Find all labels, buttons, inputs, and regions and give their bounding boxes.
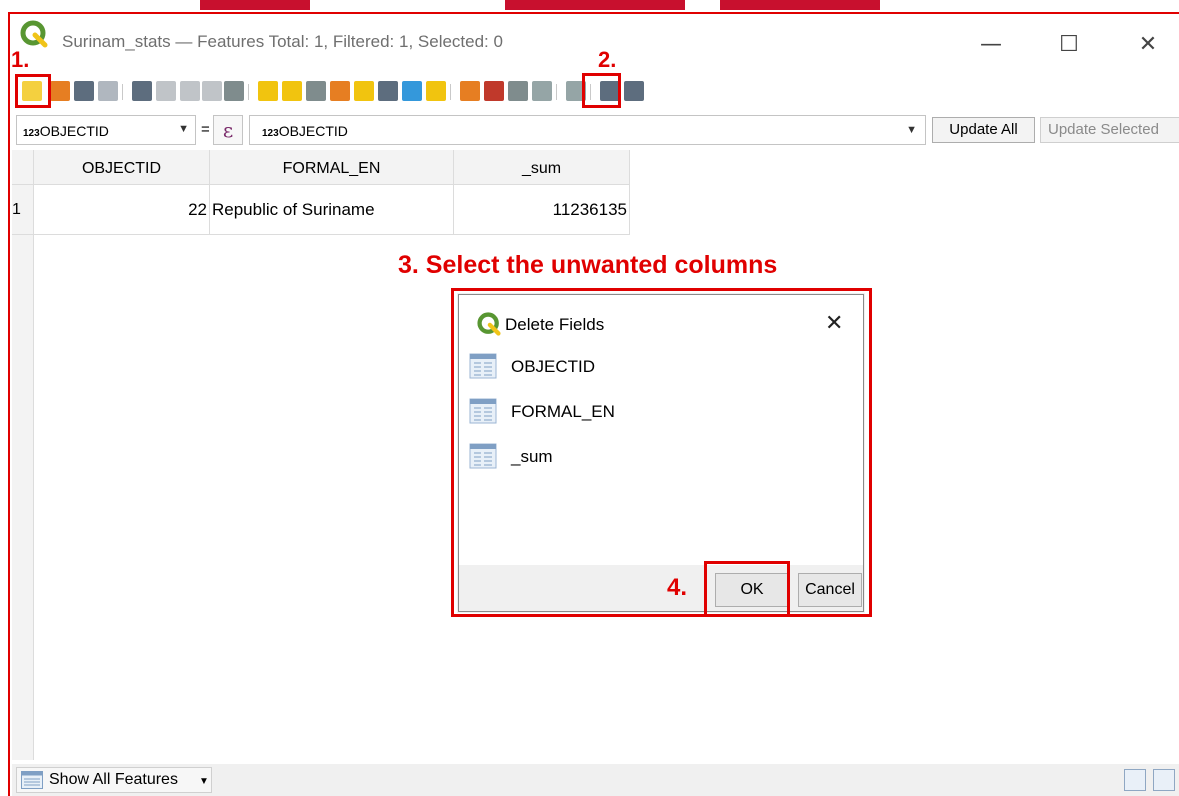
expression-input[interactable]: 123OBJECTID ▼: [249, 115, 926, 145]
field-list-item[interactable]: _sum: [469, 443, 849, 473]
expression-builder-button[interactable]: ε: [213, 115, 243, 145]
copy-icon[interactable]: [202, 81, 222, 101]
expression-select-icon[interactable]: [258, 81, 278, 101]
select-all-icon[interactable]: [282, 81, 302, 101]
expression-text: OBJECTID: [278, 123, 348, 139]
field-calculator-bar: 123OBJECTID ▼ = ε 123OBJECTID ▼ Update A…: [12, 113, 1179, 147]
expression-type-label: 123: [262, 128, 279, 139]
delete-fields-dialog: Delete Fields ✕ OBJECTID FORMAL_EN _sum …: [458, 294, 864, 612]
map-shape: [720, 0, 880, 10]
chevron-down-icon: ▼: [178, 123, 189, 135]
window-title: Surinam_stats — Features Total: 1, Filte…: [62, 32, 503, 51]
show-features-button[interactable]: Show All Features ▼: [16, 767, 212, 793]
field-select[interactable]: 123OBJECTID ▼: [16, 115, 196, 145]
show-features-label: Show All Features: [49, 771, 178, 788]
zoom-to-selected-icon[interactable]: [426, 81, 446, 101]
paste-icon[interactable]: [224, 81, 244, 101]
dialog-title: Delete Fields: [505, 315, 605, 334]
chevron-down-icon: ▼: [199, 776, 209, 787]
table-cell[interactable]: Republic of Suriname: [210, 185, 454, 235]
conditional-formatting-icon[interactable]: [532, 81, 552, 101]
deselect-all-icon[interactable]: [330, 81, 350, 101]
step1-annotation: 1.: [11, 47, 30, 72]
minimize-button[interactable]: —: [976, 30, 1006, 60]
qgis-logo-icon: [477, 312, 501, 336]
field-calculator-icon[interactable]: [508, 81, 528, 101]
close-button[interactable]: ✕: [1133, 30, 1163, 60]
toolbar-separator: [556, 84, 557, 100]
step2-annotation: 2.: [598, 47, 617, 72]
map-shape: [505, 0, 685, 10]
equals-sign: =: [201, 121, 210, 138]
maximize-button[interactable]: ☐: [1054, 30, 1084, 60]
step4-annotation: 4.: [667, 574, 688, 601]
form-icon[interactable]: [624, 81, 644, 101]
delete-field-highlight-box: [582, 73, 621, 108]
save-edits-icon[interactable]: [74, 81, 94, 101]
map-shape: [200, 0, 310, 10]
row-header-gutter: [12, 235, 34, 760]
field-icon: [469, 353, 497, 379]
add-feature-icon[interactable]: [132, 81, 152, 101]
toolbar-separator: [450, 84, 451, 100]
dialog-button-bar: OK Cancel: [459, 565, 863, 611]
field-type-label: 123: [23, 128, 40, 139]
toolbar-separator: [122, 84, 123, 100]
table-view-icon[interactable]: [1153, 769, 1175, 791]
dialog-close-button[interactable]: ✕: [825, 311, 843, 336]
column-header[interactable]: FORMAL_EN: [210, 150, 454, 185]
table-cell[interactable]: 22: [34, 185, 210, 235]
move-selection-top-icon[interactable]: [378, 81, 398, 101]
field-name: _sum: [511, 447, 553, 466]
toggle-editing-highlight-box: [15, 74, 51, 108]
field-icon: [469, 398, 497, 424]
corner-header[interactable]: [12, 150, 34, 185]
cancel-button[interactable]: Cancel: [798, 573, 862, 607]
toolbar-separator: [248, 84, 249, 100]
column-header[interactable]: OBJECTID: [34, 150, 210, 185]
row-number[interactable]: 1: [12, 185, 34, 235]
status-bar: Show All Features ▼: [12, 764, 1179, 796]
field-name: FORMAL_EN: [511, 402, 615, 421]
reload-icon[interactable]: [98, 81, 118, 101]
update-selected-button[interactable]: Update Selected: [1040, 117, 1179, 143]
delete-feature-icon[interactable]: [156, 81, 176, 101]
pan-to-selected-icon[interactable]: [402, 81, 422, 101]
invert-selection-icon[interactable]: [306, 81, 326, 101]
filter-selected-icon[interactable]: [354, 81, 374, 101]
table-cell[interactable]: 11236135: [454, 185, 630, 235]
qgis-logo-icon: [20, 20, 48, 48]
field-name: OBJECTID: [511, 357, 596, 376]
field-name: OBJECTID: [39, 123, 109, 139]
table-icon: [21, 771, 43, 789]
new-field-icon[interactable]: [460, 81, 480, 101]
ok-highlight-box: [704, 561, 790, 617]
field-icon: [469, 443, 497, 469]
field-list-item[interactable]: OBJECTID: [469, 353, 849, 383]
chevron-down-icon: ▼: [906, 124, 917, 136]
delete-field-icon[interactable]: [484, 81, 504, 101]
multi-edit-icon[interactable]: [50, 81, 70, 101]
step3-annotation: 3. Select the unwanted columns: [398, 251, 778, 279]
form-view-icon[interactable]: [1124, 769, 1146, 791]
column-header[interactable]: _sum: [454, 150, 630, 185]
field-list-item[interactable]: FORMAL_EN: [469, 398, 849, 428]
cut-icon[interactable]: [180, 81, 200, 101]
update-all-button[interactable]: Update All: [932, 117, 1035, 143]
